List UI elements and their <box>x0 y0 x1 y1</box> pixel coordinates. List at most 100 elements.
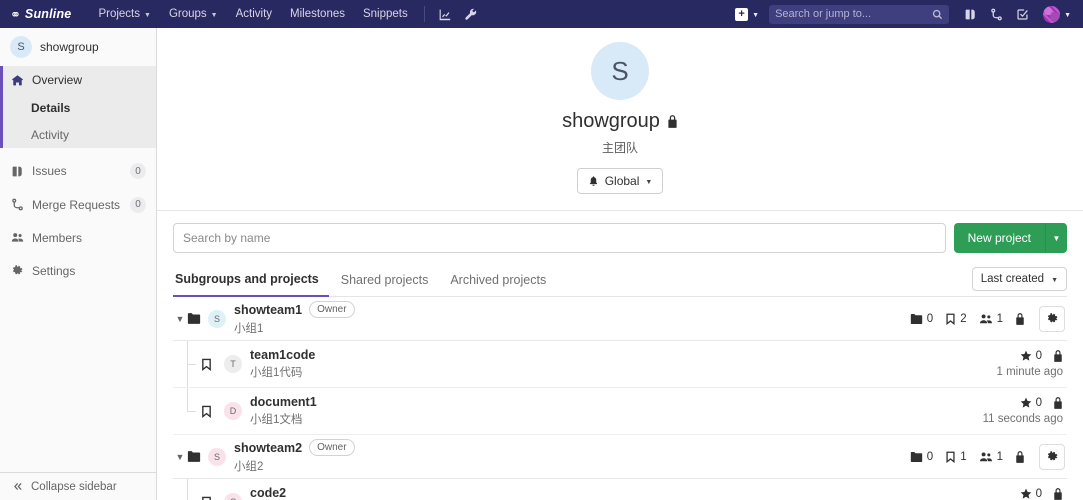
members-icon <box>979 313 993 325</box>
page-title: showgroup <box>157 110 1083 133</box>
project-name[interactable]: code2 <box>250 486 302 500</box>
subgroups-count: 0 <box>910 451 933 463</box>
nav-item-groups[interactable]: Groups ▼ <box>160 0 227 28</box>
sort-dropdown-label: Last created <box>980 273 1045 285</box>
bell-icon <box>588 175 599 187</box>
wrench-icon[interactable] <box>458 0 484 28</box>
chevron-down-icon: ▼ <box>645 178 653 186</box>
nav-item-snippets[interactable]: Snippets <box>354 0 417 28</box>
new-project-button[interactable]: New project <box>953 223 1045 253</box>
navbar-right: + ▼ ▼ <box>731 0 1075 28</box>
sidebar-item-overview[interactable]: Overview <box>3 66 156 94</box>
group-name-block: showteam1 Owner 小组1 <box>234 301 355 336</box>
tree-connector <box>187 388 201 434</box>
members-count: 1 <box>979 313 1003 325</box>
project-description: 小组1代码 <box>250 367 303 379</box>
sort-dropdown[interactable]: Last created ▼ <box>971 267 1067 291</box>
tab-subgroups-and-projects[interactable]: Subgroups and projects <box>173 272 329 297</box>
group-subtitle: 主团队 <box>601 141 638 155</box>
sidebar-item-activity[interactable]: Activity <box>3 121 156 148</box>
group-settings-button[interactable] <box>1039 443 1065 470</box>
sidebar-item-details[interactable]: Details <box>3 94 156 121</box>
tab-subgroups-and-projects-label: Subgroups and projects <box>175 272 319 286</box>
group-description: 小组2 <box>234 461 264 473</box>
role-badge: Owner <box>309 439 355 456</box>
group-name[interactable]: showteam1 <box>234 303 302 317</box>
project-row[interactable]: C code2 小组2代码 <box>173 479 1067 500</box>
nav-item-projects[interactable]: Projects ▼ <box>89 0 159 28</box>
members-icon <box>10 231 24 244</box>
group-content: New project ▼ Subgroups and projects Sha… <box>157 211 1083 500</box>
global-search[interactable] <box>769 4 950 24</box>
sidebar-group-avatar: S <box>10 36 32 58</box>
star-icon <box>1020 397 1032 409</box>
star-icon <box>1020 488 1032 500</box>
project-row[interactable]: D document1 小组1文档 0 11 seconds ago <box>173 388 1067 435</box>
chevron-down-icon[interactable]: ▼ <box>173 314 187 324</box>
new-dropdown-button[interactable]: + ▼ <box>731 7 763 21</box>
search-input[interactable] <box>173 223 946 253</box>
projects-count: 1 <box>945 451 967 463</box>
sidebar-item-issues-badge: 0 <box>130 163 146 179</box>
tab-archived-projects[interactable]: Archived projects <box>440 273 556 296</box>
projects-tabs: Subgroups and projects Shared projects A… <box>173 263 1067 297</box>
members-icon <box>979 451 993 463</box>
nav-item-snippets-label: Snippets <box>362 8 408 20</box>
group-avatar: S <box>208 447 226 466</box>
sidebar-item-members[interactable]: Members <box>0 221 156 254</box>
sidebar-item-settings[interactable]: Settings <box>0 254 156 287</box>
members-count-value: 1 <box>996 450 1003 463</box>
visibility-indicator <box>1053 350 1063 362</box>
bookmark-icon <box>945 451 956 463</box>
home-icon <box>10 74 24 87</box>
projects-count: 2 <box>945 313 967 325</box>
tab-archived-projects-label: Archived projects <box>450 273 547 287</box>
project-name[interactable]: team1code <box>250 348 315 362</box>
bookmark-icon <box>201 358 212 371</box>
group-settings-button[interactable] <box>1039 305 1065 332</box>
nav-item-milestones[interactable]: Milestones <box>281 0 354 28</box>
members-count: 1 <box>979 451 1003 463</box>
group-row[interactable]: ▼ S showteam2 Owner 小组2 0 1 1 <box>173 435 1067 479</box>
project-name-block: team1code 小组1代码 <box>250 348 315 380</box>
sidebar-group-header[interactable]: S showgroup <box>0 28 156 66</box>
folder-icon <box>910 313 923 325</box>
members-count-value: 1 <box>996 312 1003 325</box>
subgroups-count-value: 0 <box>926 312 934 325</box>
analytics-icon[interactable] <box>432 0 458 28</box>
sidebar-item-issues[interactable]: Issues 0 <box>0 154 156 188</box>
merge-requests-icon[interactable] <box>983 0 1009 28</box>
sidebar-item-merge-requests[interactable]: Merge Requests 0 <box>0 188 156 221</box>
nav-item-activity[interactable]: Activity <box>227 0 281 28</box>
group-row[interactable]: ▼ S showteam1 Owner 小组1 0 2 1 <box>173 297 1067 341</box>
plus-icon: + <box>735 7 749 21</box>
collapse-sidebar-button[interactable]: Collapse sidebar <box>0 472 156 500</box>
new-project-dropdown-toggle[interactable]: ▼ <box>1045 223 1067 253</box>
nav-item-projects-label: Projects <box>98 8 140 20</box>
bookmark-icon <box>201 405 212 418</box>
group-name-block: showteam2 Owner 小组2 <box>234 439 355 474</box>
groups-projects-tree: ▼ S showteam1 Owner 小组1 0 2 1 T team1cod… <box>173 297 1067 500</box>
chevron-double-left-icon <box>12 481 24 492</box>
issues-icon <box>10 165 24 178</box>
chevron-down-icon[interactable]: ▼ <box>173 452 187 462</box>
brand-logo[interactable]: ⚭ Sunline <box>10 7 71 21</box>
gear-icon <box>1046 450 1059 463</box>
project-row[interactable]: T team1code 小组1代码 0 1 minute ago <box>173 341 1067 388</box>
notification-dropdown-button[interactable]: Global ▼ <box>576 168 664 194</box>
lock-icon <box>1015 450 1025 463</box>
brand-name: Sunline <box>24 7 72 21</box>
group-avatar: S <box>591 42 649 100</box>
subgroups-count: 0 <box>910 313 933 325</box>
tab-shared-projects[interactable]: Shared projects <box>331 273 439 296</box>
todos-icon[interactable] <box>1009 0 1035 28</box>
project-name-block: document1 小组1文档 <box>250 395 317 427</box>
global-search-input[interactable] <box>775 8 933 20</box>
user-menu[interactable]: ▼ <box>1035 5 1075 23</box>
group-name[interactable]: showteam2 <box>234 441 302 455</box>
sidebar-item-details-label: Details <box>31 100 71 115</box>
project-name[interactable]: document1 <box>250 395 317 409</box>
issues-icon[interactable] <box>957 0 983 28</box>
gear-icon <box>10 264 24 277</box>
sidebar-item-issues-label: Issues <box>32 164 67 178</box>
